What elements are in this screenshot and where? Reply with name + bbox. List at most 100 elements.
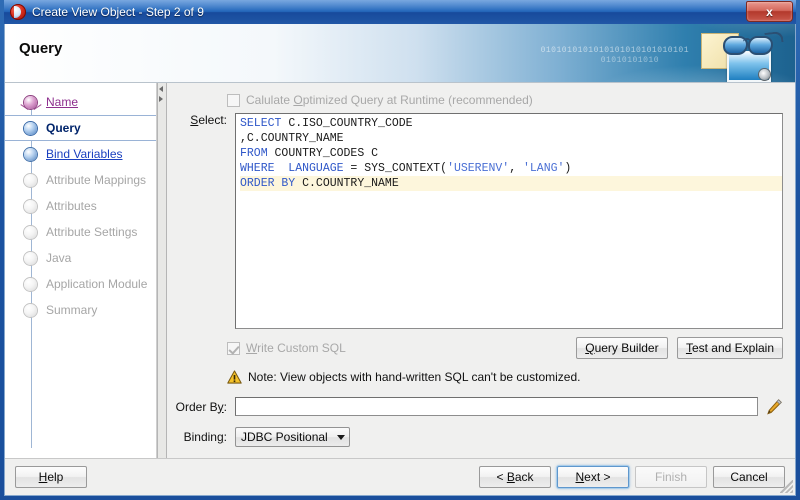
sql-string: 'LANG' xyxy=(523,162,565,175)
back-pre: < xyxy=(496,470,507,484)
write-custom-sql-mnemonic: W xyxy=(246,341,258,355)
optimize-query-checkbox[interactable] xyxy=(227,93,240,107)
sql-string: 'USERENV' xyxy=(447,162,510,175)
sidebar-item-attribute-mappings: Attribute Mappings xyxy=(5,167,156,193)
binding-label-pre: Bindin xyxy=(183,430,217,444)
back-button[interactable]: < Back xyxy=(479,466,551,488)
page-title: Query xyxy=(19,40,63,57)
sidebar-item-label: Java xyxy=(46,251,72,265)
jdeveloper-logo-icon xyxy=(10,4,26,20)
sidebar-item-label: Application Module xyxy=(46,277,148,291)
step-bullet-application-module xyxy=(24,277,37,291)
resize-grip[interactable] xyxy=(780,480,793,493)
order-by-input[interactable] xyxy=(235,397,758,416)
sidebar-item-label: Bind Variables xyxy=(46,147,123,161)
warning-triangle-icon xyxy=(227,370,242,384)
sidebar-item-label: Attribute Settings xyxy=(46,225,138,239)
step-bullet-attributes xyxy=(24,199,37,213)
title-bar: Create View Object - Step 2 of 9 x xyxy=(4,0,796,24)
chevron-down-icon xyxy=(336,434,345,440)
write-custom-sql-rest: rite Custom SQL xyxy=(257,341,346,355)
query-builder-button[interactable]: Query Builder xyxy=(576,337,668,359)
binding-selected-value: JDBC Positional xyxy=(241,430,328,444)
sql-text: , xyxy=(509,162,523,175)
sidebar-item-bind-variables[interactable]: Bind Variables xyxy=(5,141,156,167)
optimize-query-label: Calulate Optimized Query at Runtime (rec… xyxy=(246,93,533,107)
sidebar-item-summary: Summary xyxy=(5,297,156,323)
sql-line: ,C.COUNTRY_NAME xyxy=(240,131,782,146)
dialog-footer: Help < Back Next > Finish Cancel xyxy=(5,458,795,495)
binding-label-mnemonic: g xyxy=(216,430,224,444)
test-and-explain-button[interactable]: Test and Explain xyxy=(676,337,783,359)
sql-keyword: FROM xyxy=(240,147,268,160)
step-bullet-java xyxy=(24,251,37,265)
sql-line: SELECT C.ISO_COUNTRY_CODE xyxy=(240,116,782,131)
query-builder-rest: uery Builder xyxy=(594,341,659,355)
glasses-temple xyxy=(764,31,784,44)
panel-splitter[interactable] xyxy=(157,83,167,458)
client-area: Query 0101010101010101010101010101 01010… xyxy=(4,24,796,496)
sql-text: = SYS_CONTEXT( xyxy=(343,162,448,175)
write-custom-sql-checkbox-row[interactable]: Write Custom SQL xyxy=(227,341,346,355)
sidebar-item-application-module: Application Module xyxy=(5,271,156,297)
sql-text: ) xyxy=(564,162,572,175)
sql-line: WHERE LANGUAGE = SYS_CONTEXT('USERENV', … xyxy=(240,161,782,176)
sql-keyword: SELECT xyxy=(240,117,282,130)
step-bullet-attribute-settings xyxy=(24,225,37,239)
help-rest: elp xyxy=(47,470,64,484)
window-title: Create View Object - Step 2 of 9 xyxy=(32,5,204,19)
collapse-right-icon[interactable] xyxy=(159,96,163,102)
order-by-label-pre: Order B xyxy=(175,399,218,414)
cancel-button[interactable]: Cancel xyxy=(713,466,785,488)
close-icon: x xyxy=(766,4,773,19)
sidebar-item-label: Query xyxy=(46,121,81,135)
write-custom-sql-label: Write Custom SQL xyxy=(246,341,346,355)
next-button[interactable]: Next > xyxy=(557,466,629,488)
sql-text: C.ISO_COUNTRY_CODE xyxy=(281,117,413,130)
sidebar-item-query[interactable]: Query xyxy=(5,115,156,141)
banner-artwork xyxy=(693,29,784,82)
sql-keyword: ORDER BY xyxy=(240,177,296,190)
sql-editor[interactable]: SELECT C.ISO_COUNTRY_CODE ,C.COUNTRY_NAM… xyxy=(235,113,783,329)
dialog-window: Create View Object - Step 2 of 9 x Query… xyxy=(0,0,800,500)
sidebar-item-label: Attribute Mappings xyxy=(46,173,147,187)
write-custom-sql-checkbox[interactable] xyxy=(227,341,240,355)
back-rest: ack xyxy=(514,470,534,484)
optimize-label-pre: Calulate xyxy=(246,93,294,107)
sql-text: ,C.COUNTRY_NAME xyxy=(240,132,344,145)
body-split: Name Query Bind Variables Attribute Mapp… xyxy=(5,83,795,458)
next-mnemonic: N xyxy=(575,470,585,484)
sidebar-item-attribute-settings: Attribute Settings xyxy=(5,219,156,245)
note-row: Note: View objects with hand-written SQL… xyxy=(227,370,783,384)
note-text: Note: View objects with hand-written SQL… xyxy=(248,370,581,384)
sql-line: FROM COUNTRY_CODES C xyxy=(240,146,782,161)
select-label-rest: elect: xyxy=(198,113,227,127)
step-bullet-bind-variables xyxy=(24,147,37,161)
sql-line-current: ORDER BY C.COUNTRY_NAME xyxy=(240,176,782,191)
collapse-left-icon[interactable] xyxy=(159,86,163,92)
close-button[interactable]: x xyxy=(746,1,793,22)
binding-label: Binding: xyxy=(175,430,235,444)
glasses-icon xyxy=(721,31,784,55)
binding-select[interactable]: JDBC Positional xyxy=(235,427,350,447)
binary-line-2: 01010101010 xyxy=(600,56,659,65)
sidebar-item-java: Java xyxy=(5,245,156,271)
binding-label-post: : xyxy=(223,430,227,444)
next-rest: ext > xyxy=(584,470,611,484)
optimize-query-checkbox-row[interactable]: Calulate Optimized Query at Runtime (rec… xyxy=(227,93,783,107)
sidebar-item-name[interactable]: Name xyxy=(5,89,156,115)
select-row: Select: SELECT C.ISO_COUNTRY_CODE ,C.COU… xyxy=(175,113,783,329)
finish-button: Finish xyxy=(635,466,707,488)
query-builder-mnemonic: Q xyxy=(585,341,595,355)
pencil-icon[interactable] xyxy=(765,398,783,416)
content-pane: Calulate Optimized Query at Runtime (rec… xyxy=(167,83,795,458)
sql-text: C.COUNTRY_NAME xyxy=(295,177,399,190)
sql-text: COUNTRY_CODES C xyxy=(267,147,379,160)
wizard-banner: Query 0101010101010101010101010101 01010… xyxy=(5,24,795,83)
help-button[interactable]: Help xyxy=(15,466,87,488)
order-by-row: Order By: xyxy=(175,397,783,416)
step-bullet-attribute-mappings xyxy=(24,173,37,187)
order-by-label-post: : xyxy=(223,399,227,414)
select-label: Select: xyxy=(175,113,235,127)
sidebar-item-label: Name xyxy=(46,95,79,109)
